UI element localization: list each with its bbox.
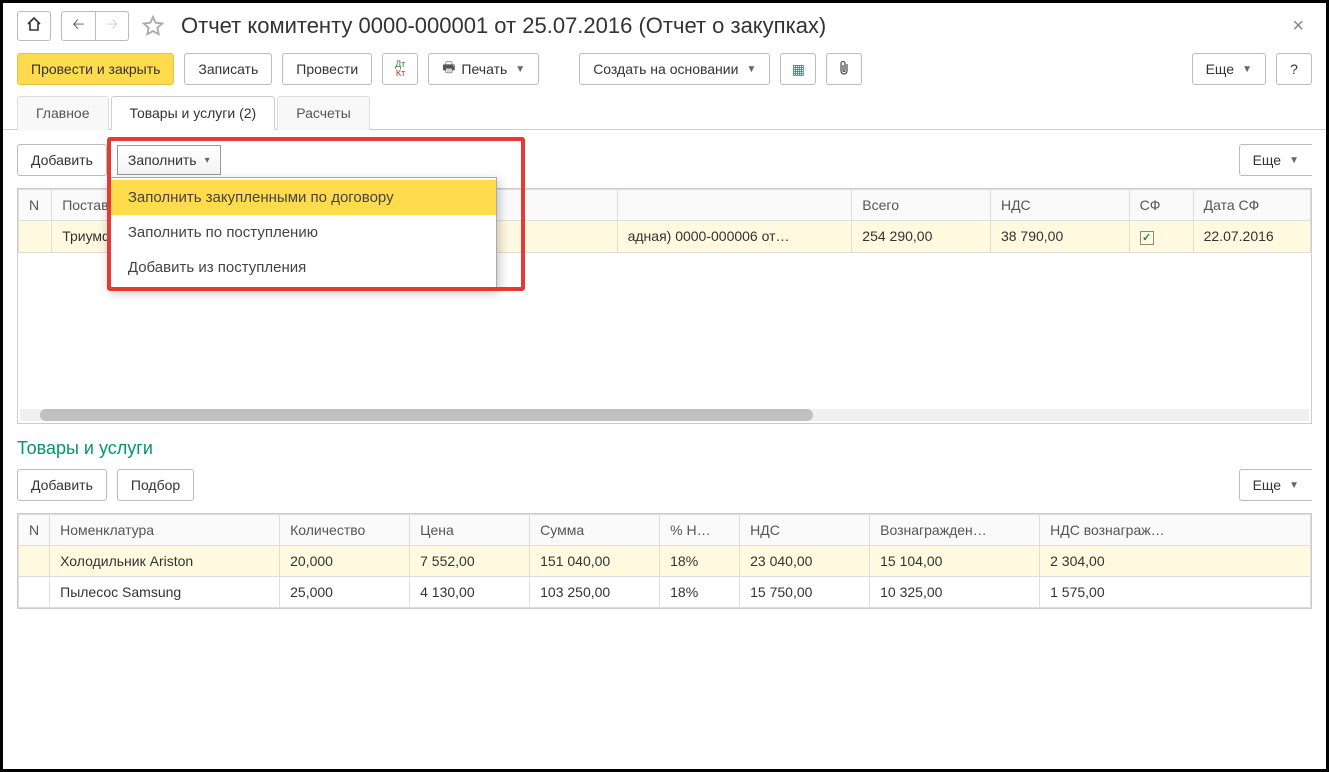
cell-sf-date: 22.07.2016: [1193, 221, 1310, 253]
col-sf[interactable]: СФ: [1129, 190, 1193, 221]
chevron-down-icon: ▼: [1242, 64, 1252, 75]
forward-button[interactable]: 🡢: [95, 11, 129, 41]
more-label: Еще: [1206, 61, 1235, 77]
col-vat-pct[interactable]: % Н…: [660, 515, 740, 546]
cell-sf: ✓: [1129, 221, 1193, 253]
cell-vat-reward: 2 304,00: [1040, 546, 1311, 577]
cell-sum: 103 250,00: [530, 577, 660, 608]
cell-price: 7 552,00: [410, 546, 530, 577]
checkmark-icon: ✓: [1140, 231, 1154, 245]
pick-goods-button[interactable]: Подбор: [117, 469, 194, 501]
back-button[interactable]: 🡠: [61, 11, 95, 41]
fill-label: Заполнить: [128, 152, 197, 168]
cell-n: [19, 577, 50, 608]
cell-n: [19, 221, 52, 253]
cell-total: 254 290,00: [852, 221, 991, 253]
table-header-row: N Номенклатура Количество Цена Сумма % Н…: [19, 515, 1311, 546]
home-icon: [26, 17, 42, 35]
chevron-down-icon: ▼: [1289, 480, 1299, 491]
cell-qty: 25,000: [280, 577, 410, 608]
arrow-right-icon: 🡢: [106, 14, 118, 39]
fill-by-receipt-item[interactable]: Заполнить по поступлению: [108, 215, 496, 250]
post-and-close-button[interactable]: Провести и закрыть: [17, 53, 174, 85]
cell-qty: 20,000: [280, 546, 410, 577]
chevron-down-icon: ▼: [746, 64, 756, 75]
close-button[interactable]: ×: [1284, 15, 1312, 38]
tab-calculations[interactable]: Расчеты: [277, 96, 370, 130]
goods-more-label: Еще: [1253, 477, 1282, 493]
star-icon: [142, 15, 164, 37]
create-based-button[interactable]: Создать на основании ▼: [579, 53, 770, 85]
cell-vat: 15 750,00: [740, 577, 870, 608]
print-button[interactable]: 🖶 Печать ▼: [428, 53, 539, 85]
cell-vat: 23 040,00: [740, 546, 870, 577]
fill-by-contract-item[interactable]: Заполнить закупленными по договору: [108, 180, 496, 215]
col-n[interactable]: N: [19, 190, 52, 221]
cell-n: [19, 546, 50, 577]
home-button[interactable]: [17, 11, 51, 41]
cell-vat-pct: 18%: [660, 546, 740, 577]
col-qty[interactable]: Количество: [280, 515, 410, 546]
chevron-down-icon: ▼: [1289, 155, 1299, 166]
dt-kt-icon: ДтКт: [395, 60, 405, 78]
attach-button[interactable]: [826, 53, 862, 85]
write-button[interactable]: Записать: [184, 53, 272, 85]
cell-sum: 151 040,00: [530, 546, 660, 577]
cell-vat-pct: 18%: [660, 577, 740, 608]
cell-vat-reward: 1 575,00: [1040, 577, 1311, 608]
printer-icon: 🖶: [442, 57, 455, 81]
fill-button[interactable]: Заполнить ▾: [117, 145, 221, 175]
sub-more-button[interactable]: Еще ▼: [1239, 144, 1312, 176]
col-vat-reward[interactable]: НДС вознаграж…: [1040, 515, 1311, 546]
sub-more-label: Еще: [1253, 152, 1282, 168]
col-nomenclature[interactable]: Номенклатура: [50, 515, 280, 546]
create-based-label: Создать на основании: [593, 61, 738, 77]
chevron-down-icon: ▼: [515, 64, 525, 75]
add-from-receipt-item[interactable]: Добавить из поступления: [108, 250, 496, 285]
section-goods-title: Товары и услуги: [17, 438, 1312, 459]
arrow-left-icon: 🡠: [72, 14, 84, 39]
table-row[interactable]: Пылесос Samsung 25,000 4 130,00 103 250,…: [19, 577, 1311, 608]
col-doc[interactable]: [617, 190, 852, 221]
cell-vat: 38 790,00: [990, 221, 1129, 253]
tab-goods[interactable]: Товары и услуги (2): [111, 96, 276, 130]
col-sum[interactable]: Сумма: [530, 515, 660, 546]
col-vat[interactable]: НДС: [990, 190, 1129, 221]
add-row-button[interactable]: Добавить: [17, 144, 107, 176]
chevron-down-icon: ▾: [205, 155, 210, 166]
col-vat[interactable]: НДС: [740, 515, 870, 546]
tab-main[interactable]: Главное: [17, 96, 109, 130]
paperclip-icon: [838, 60, 850, 79]
col-reward[interactable]: Вознагражден…: [870, 515, 1040, 546]
cell-reward: 15 104,00: [870, 546, 1040, 577]
close-icon: ×: [1292, 15, 1304, 37]
print-label: Печать: [461, 61, 507, 77]
goods-table: N Номенклатура Количество Цена Сумма % Н…: [18, 514, 1311, 608]
report-button[interactable]: ▦: [780, 53, 816, 85]
fill-dropdown: Заполнить закупленными по договору Запол…: [107, 177, 497, 288]
favorite-button[interactable]: [139, 12, 167, 40]
cell-reward: 10 325,00: [870, 577, 1040, 608]
add-goods-button[interactable]: Добавить: [17, 469, 107, 501]
page-title: Отчет комитенту 0000-000001 от 25.07.201…: [181, 13, 826, 39]
col-sf-date[interactable]: Дата СФ: [1193, 190, 1310, 221]
horizontal-scrollbar[interactable]: [20, 409, 1309, 421]
more-button[interactable]: Еще ▼: [1192, 53, 1266, 85]
cell-nomen: Холодильник Ariston: [50, 546, 280, 577]
cell-nomen: Пылесос Samsung: [50, 577, 280, 608]
document-icon: ▦: [792, 61, 805, 78]
goods-more-button[interactable]: Еще ▼: [1239, 469, 1312, 501]
cell-price: 4 130,00: [410, 577, 530, 608]
table-row[interactable]: Холодильник Ariston 20,000 7 552,00 151 …: [19, 546, 1311, 577]
col-total[interactable]: Всего: [852, 190, 991, 221]
scrollbar-thumb[interactable]: [40, 409, 813, 421]
dt-kt-button[interactable]: ДтКт: [382, 53, 418, 85]
cell-doc: адная) 0000-000006 от…: [617, 221, 852, 253]
col-price[interactable]: Цена: [410, 515, 530, 546]
post-button[interactable]: Провести: [282, 53, 372, 85]
help-button[interactable]: ?: [1276, 53, 1312, 85]
col-n[interactable]: N: [19, 515, 50, 546]
